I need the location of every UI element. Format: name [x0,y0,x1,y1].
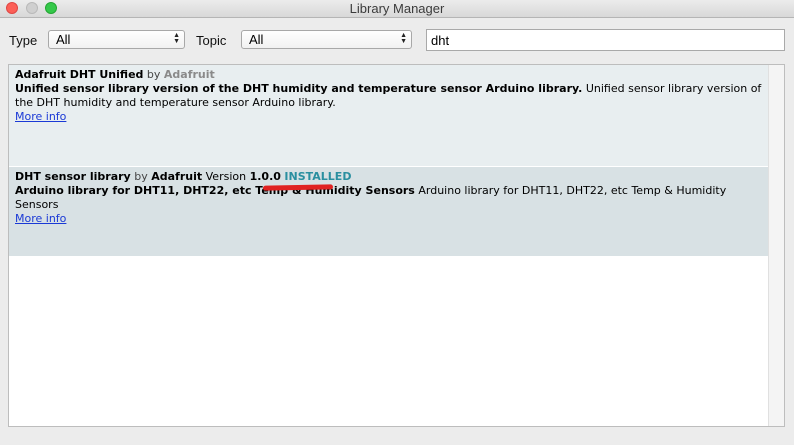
by-label: by [146,68,161,81]
version-label: Version [205,170,247,183]
type-select-value: All [56,32,71,47]
select-arrows-icon: ▲ ▼ [173,32,180,45]
search-input[interactable]: dht [426,29,785,51]
vertical-scrollbar[interactable] [768,65,784,426]
more-info-link[interactable]: More info [15,110,66,123]
topic-label: Topic [196,33,227,48]
installed-badge: INSTALLED [284,170,352,183]
library-version: 1.0.0 [249,170,281,183]
topic-select[interactable]: All ▲ ▼ [241,30,412,49]
type-select[interactable]: All ▲ ▼ [48,30,185,49]
library-name: Adafruit DHT Unified [15,68,144,81]
type-label: Type [9,33,38,48]
list-item[interactable]: DHT sensor library by Adafruit Version 1… [9,167,770,256]
library-author: Adafruit [151,170,203,183]
by-label: by [134,170,148,183]
library-name: DHT sensor library [15,170,131,183]
window-title: Library Manager [349,1,445,16]
library-description: Arduino library for DHT11, DHT22, etc Te… [15,184,764,212]
filter-bar: Type All ▲ ▼ Topic All ▲ ▼ dht [0,18,794,60]
library-sentence: Arduino library for DHT11, DHT22, etc Te… [15,184,415,197]
select-arrows-icon: ▲ ▼ [400,32,407,45]
more-info-link[interactable]: More info [15,212,66,225]
scrollbar-thumb[interactable] [771,67,780,422]
library-sentence: Unified sensor library version of the DH… [15,82,583,95]
list-item[interactable]: Adafruit DHT Unified by Adafruit Unified… [9,65,770,166]
topic-select-value: All [249,32,264,47]
library-list[interactable]: Adafruit DHT Unified by Adafruit Unified… [8,64,785,427]
library-author: Adafruit [163,68,215,81]
title-bar: Library Manager [0,0,794,18]
library-description: Unified sensor library version of the DH… [15,82,764,110]
